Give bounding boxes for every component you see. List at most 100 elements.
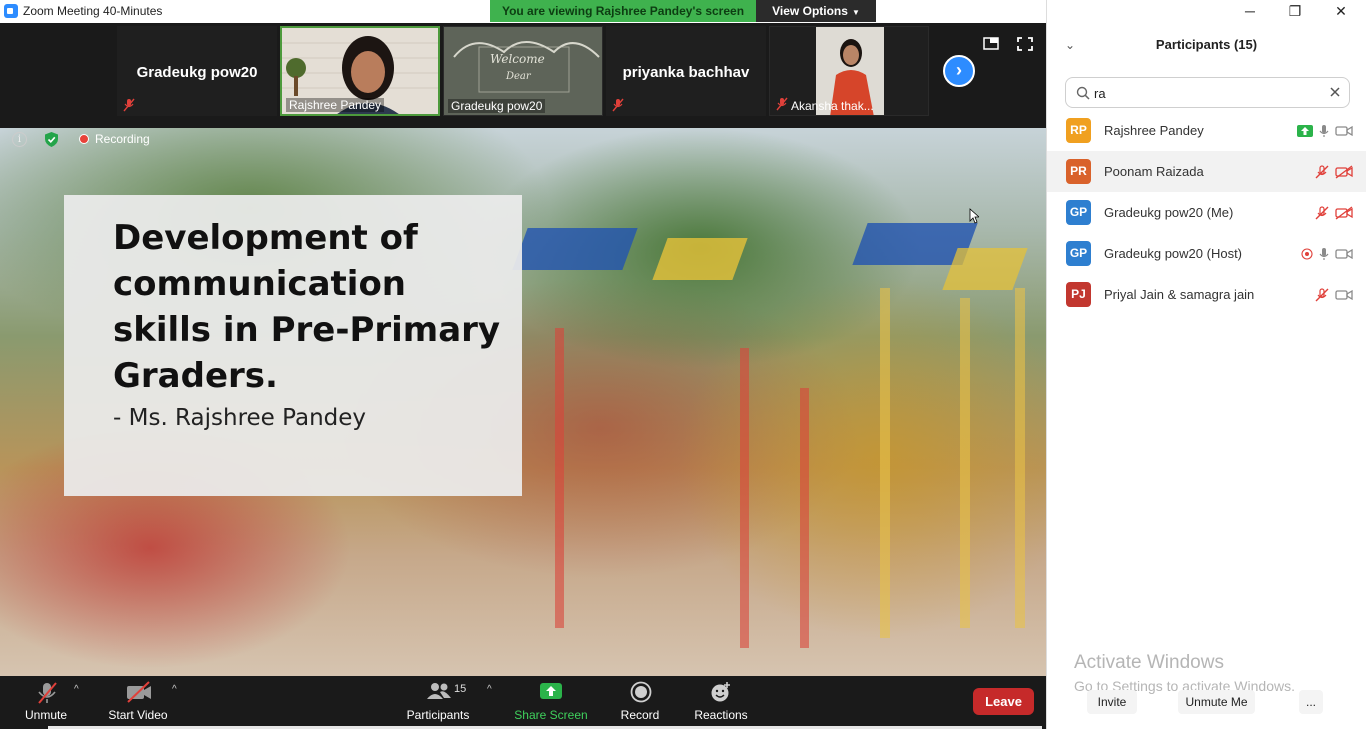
close-button[interactable]: ✕ (1319, 1, 1363, 21)
scene-decoration (555, 328, 564, 628)
recording-indicator-icon (79, 134, 89, 144)
share-screen-label: Share Screen (514, 708, 588, 722)
video-camera-icon (1335, 248, 1353, 259)
mic-muted-icon (123, 98, 135, 112)
participant-status-icons (1309, 163, 1353, 180)
mic-muted-icon (38, 682, 57, 704)
participant-status-icons (1295, 245, 1353, 262)
scene-decoration (880, 288, 890, 638)
info-icon[interactable]: i (12, 132, 27, 147)
panel-title: Participants (15) (1155, 37, 1258, 52)
shared-screen: i Recording Development of communication… (0, 128, 1046, 676)
tile-name: Gradeukg pow20 (136, 64, 258, 81)
minimize-button[interactable]: ─ (1228, 1, 1272, 21)
record-label: Record (620, 708, 660, 722)
screen-sharing-icon (1297, 124, 1313, 137)
chevron-down-icon: ▼ (851, 8, 860, 17)
participant-row[interactable]: RP Rajshree Pandey (1047, 110, 1366, 151)
reactions-button[interactable]: Reactions (690, 676, 752, 729)
video-camera-icon (1335, 125, 1353, 136)
scene-decoration (652, 238, 748, 280)
tile-label: Akansha thak... (791, 99, 874, 113)
participant-name: Rajshree Pandey (1104, 123, 1204, 138)
avatar: RP (1066, 118, 1091, 143)
participant-tile[interactable]: Gradeukg pow20 (117, 26, 277, 116)
video-off-icon (127, 681, 151, 703)
avatar: GP (1066, 200, 1091, 225)
scene-decoration (1015, 288, 1025, 628)
participant-video-tile[interactable]: Rajshree Pandey (280, 26, 440, 116)
activate-windows-watermark: Activate Windows Go to Settings to activ… (1074, 652, 1295, 694)
participants-label: Participants (406, 708, 470, 722)
slide-title: Development of communication skills in P… (113, 218, 501, 396)
search-icon (1076, 86, 1090, 100)
participant-row[interactable]: GP Gradeukg pow20 (Me) (1047, 192, 1366, 233)
participant-name: Gradeukg pow20 (Host) (1104, 246, 1243, 261)
reactions-label: Reactions (694, 708, 748, 722)
share-screen-button[interactable]: Share Screen (512, 676, 590, 729)
participant-status-icons (1291, 122, 1353, 139)
slide-author: - Ms. Rajshree Pandey (113, 405, 367, 431)
activate-windows-title: Activate Windows (1074, 652, 1224, 673)
start-video-label: Start Video (108, 708, 168, 722)
layout-switch-icon[interactable] (983, 37, 999, 51)
video-thumbnail-strip: Gradeukg pow20 Rajshree Pandey Welcome D… (0, 23, 1046, 128)
svg-text:Dear: Dear (505, 71, 532, 82)
scene-decoration (800, 388, 809, 648)
scene-decoration (942, 248, 1028, 290)
video-options-chevron-icon[interactable]: ^ (172, 684, 177, 695)
reactions-icon (711, 682, 730, 702)
chevron-right-icon: › (956, 60, 962, 80)
scene-decoration (512, 228, 638, 270)
unmute-button[interactable]: Unmute (16, 676, 76, 729)
audio-options-chevron-icon[interactable]: ^ (74, 684, 79, 695)
participant-tile[interactable]: priyanka bachhav (606, 26, 766, 116)
participants-count: 15 (454, 683, 467, 695)
participant-name: Gradeukg pow20 (Me) (1104, 205, 1234, 220)
next-page-button[interactable]: › (943, 55, 975, 87)
invite-button[interactable]: Invite (1087, 690, 1137, 714)
slide-card: Development of communication skills in P… (64, 195, 522, 496)
participants-button[interactable]: 15 Participants (402, 676, 474, 729)
video-camera-icon (1335, 289, 1353, 300)
start-video-button[interactable]: Start Video (100, 676, 176, 729)
mic-muted-icon (1315, 288, 1329, 302)
participant-video-tile[interactable]: Welcome Dear Gradeukg pow20 (443, 26, 603, 116)
video-off-icon (1335, 206, 1353, 220)
avatar: PR (1066, 159, 1091, 184)
mic-muted-icon (776, 97, 788, 111)
unmute-label: Unmute (24, 708, 68, 722)
record-button[interactable]: Record (612, 676, 668, 729)
participant-name: Priyal Jain & samagra jain (1104, 287, 1255, 302)
mic-muted-icon (1315, 206, 1329, 220)
scene-decoration (960, 298, 970, 628)
participants-icon (427, 683, 451, 699)
video-off-icon (1335, 165, 1353, 179)
participant-row[interactable]: PR Poonam Raizada (1047, 151, 1366, 192)
participant-name: Poonam Raizada (1104, 164, 1204, 179)
shield-icon[interactable] (44, 131, 59, 148)
participant-row[interactable]: GP Gradeukg pow20 (Host) (1047, 233, 1366, 274)
participant-row[interactable]: PJ Priyal Jain & samagra jain (1047, 274, 1366, 315)
view-options-button[interactable]: View Options ▼ (756, 0, 876, 22)
participant-video-tile[interactable]: Akansha thak... (769, 26, 929, 116)
mic-muted-icon (1315, 165, 1329, 179)
recording-icon (1301, 248, 1313, 260)
more-options-button[interactable]: ... (1299, 690, 1323, 714)
restore-button[interactable]: ❐ (1273, 1, 1317, 21)
mic-icon (1319, 124, 1329, 137)
share-screen-icon (540, 683, 562, 699)
search-input[interactable] (1094, 84, 1324, 102)
mic-muted-icon (612, 98, 624, 112)
participant-status-icons (1309, 204, 1353, 221)
unmute-me-button[interactable]: Unmute Me (1178, 690, 1255, 714)
fullscreen-icon[interactable] (1017, 37, 1033, 51)
avatar: PJ (1066, 282, 1091, 307)
participant-search[interactable] (1065, 77, 1350, 108)
leave-button[interactable]: Leave (973, 688, 1034, 715)
participant-status-icons (1309, 286, 1353, 303)
clear-search-icon[interactable] (1329, 86, 1341, 98)
window-title: Zoom Meeting 40-Minutes (23, 4, 163, 18)
participants-options-chevron-icon[interactable]: ^ (487, 684, 492, 695)
participants-panel: ─ ❐ ✕ ⌄ Participants (15) RPRajshree Pan… (1046, 0, 1366, 729)
